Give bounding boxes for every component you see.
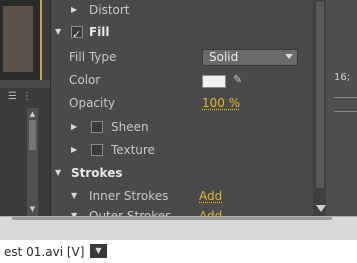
file-tab-label[interactable]: est 01.avi [V] — [4, 245, 84, 259]
sheen-label: Sheen — [111, 120, 149, 134]
inner-strokes-add-link[interactable]: Add — [199, 185, 222, 207]
distort-row[interactable]: ▶ Distort — [51, 0, 313, 21]
opacity-value[interactable]: 100 % — [202, 92, 240, 114]
effects-panel: ▶ Distort ▼ Fill Fill Type Solid Color ✎… — [50, 0, 327, 223]
opacity-label: Opacity — [69, 96, 116, 110]
left-scrollbar[interactable]: ▲ ▼ — [27, 108, 38, 216]
texture-label: Texture — [111, 143, 155, 157]
triangle-right-icon[interactable]: ▶ — [71, 122, 81, 132]
opacity-row: Opacity 100 % — [51, 92, 313, 114]
left-panel: ☰ ⋮ ▲ ▼ — [0, 0, 50, 216]
texture-checkbox[interactable] — [91, 144, 103, 156]
color-row: Color ✎ — [51, 69, 313, 91]
list-view-icon[interactable]: ☰ — [8, 92, 18, 102]
strokes-label: Strokes — [71, 166, 123, 180]
scroll-down-icon[interactable] — [316, 205, 326, 212]
scroll-thumb[interactable] — [316, 2, 324, 188]
fill-type-value: Solid — [209, 50, 239, 64]
panel-scrollbar[interactable] — [313, 0, 327, 216]
eyedropper-icon[interactable]: ✎ — [233, 73, 245, 87]
fill-type-row: Fill Type Solid — [51, 46, 313, 68]
timeline-ruler-line — [334, 97, 357, 98]
color-label: Color — [69, 73, 101, 87]
timeline-ruler-line — [334, 111, 357, 112]
triangle-right-icon[interactable]: ▶ — [71, 145, 81, 155]
fill-checkbox[interactable] — [71, 24, 83, 46]
left-panel-divider — [0, 80, 50, 88]
sheen-row[interactable]: ▶ Sheen — [51, 116, 313, 138]
triangle-right-icon[interactable]: ▶ — [71, 5, 81, 15]
timecode-label: 16; — [334, 72, 351, 83]
thumbnail-image — [3, 6, 33, 72]
triangle-down-icon[interactable]: ▼ — [55, 27, 65, 37]
triangle-down-icon[interactable]: ▼ — [71, 191, 81, 201]
texture-row[interactable]: ▶ Texture — [51, 139, 313, 161]
grid-view-icon[interactable]: ⋮ — [22, 92, 32, 102]
app-frame: ☰ ⋮ ▲ ▼ ▶ Distort ▼ Fill Fill Type Solid — [0, 0, 357, 240]
inner-strokes-label: Inner Strokes — [89, 189, 169, 203]
sheen-checkbox[interactable] — [91, 121, 103, 133]
fill-label: Fill — [89, 25, 110, 39]
fill-type-label: Fill Type — [69, 50, 117, 64]
left-icon-bar: ☰ ⋮ — [6, 92, 44, 106]
scroll-thumb[interactable] — [29, 120, 36, 150]
scroll-down-icon[interactable]: ▼ — [28, 205, 37, 214]
strokes-row[interactable]: ▼ Strokes — [51, 162, 313, 184]
menu-icon[interactable]: ▼ — [90, 244, 107, 258]
fill-type-dropdown[interactable]: Solid — [202, 49, 298, 66]
dropdown-caret-icon — [285, 54, 293, 59]
panel-bottom-border — [0, 216, 357, 240]
color-swatch[interactable] — [202, 75, 226, 88]
timeline-area: 16; — [326, 0, 357, 216]
scroll-up-icon[interactable]: ▲ — [28, 110, 37, 119]
horizontal-scrollbar[interactable] — [12, 217, 332, 220]
distort-label: Distort — [89, 3, 130, 17]
triangle-down-icon[interactable]: ▼ — [55, 168, 65, 178]
inner-strokes-row[interactable]: ▼ Inner Strokes Add — [51, 185, 313, 207]
fill-row[interactable]: ▼ Fill — [51, 21, 313, 46]
preview-thumbnail — [0, 0, 42, 80]
